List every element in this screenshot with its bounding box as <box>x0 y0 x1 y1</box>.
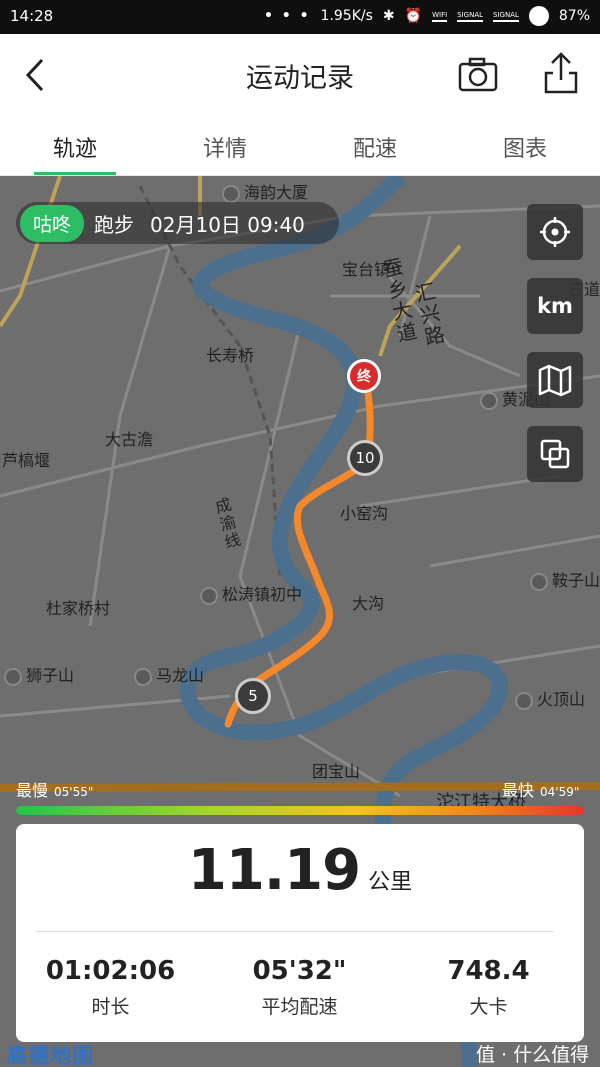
map-label: 海韵大厦 <box>222 179 308 203</box>
map-label: 长寿桥 <box>206 346 255 365</box>
distance-display: 11.19 公里 <box>16 838 584 903</box>
share-button[interactable] <box>538 48 584 98</box>
map-label: 芦槁堰 <box>2 451 51 470</box>
tab-charts[interactable]: 图表 <box>450 114 600 175</box>
status-bar: 14:28 • • • 1.95K/s ✱ ⏰ WIFI SIGNAL SIGN… <box>0 0 600 34</box>
status-time: 14:28 <box>10 7 54 25</box>
status-icons: • • • 1.95K/s ✱ ⏰ WIFI SIGNAL SIGNAL 87% <box>264 6 590 26</box>
divider <box>36 931 554 932</box>
stat-avg-pace: 05'32" 平均配速 <box>205 956 394 1019</box>
activity-type: 跑步 <box>94 212 135 237</box>
km-marker[interactable]: 5 <box>235 678 271 714</box>
map-layers-button[interactable] <box>527 352 583 408</box>
alarm-icon: ⏰ <box>404 8 423 24</box>
share-icon <box>544 52 578 94</box>
notification-dots: • • • <box>263 8 311 24</box>
km-marker[interactable]: 10 <box>347 440 383 476</box>
overlap-icon <box>540 439 570 469</box>
wifi-icon: WIFI <box>432 11 448 22</box>
stat-calories: 748.4 大卡 <box>394 956 583 1019</box>
overlay-button[interactable] <box>527 426 583 482</box>
map-label: 马龙山 <box>134 662 204 686</box>
pace-slowest: 最慢 05'55" <box>16 781 94 800</box>
railway-line <box>138 185 282 577</box>
tab-details[interactable]: 详情 <box>150 114 300 175</box>
stat-label: 大卡 <box>469 996 508 1018</box>
map-icon <box>538 364 572 397</box>
signal-icon: SIGNAL <box>457 11 484 22</box>
watermark: 值 · 什么值得买 <box>476 1044 590 1066</box>
amap-logo: 高德地图 <box>6 1044 94 1067</box>
crosshair-icon <box>540 217 570 247</box>
page-title: 运动记录 <box>246 63 354 94</box>
back-button[interactable] <box>14 52 60 98</box>
map-label: 小窑沟 <box>340 504 389 523</box>
battery-icon <box>528 6 549 26</box>
stat-value: 748.4 <box>447 956 530 986</box>
tab-track[interactable]: 轨迹 <box>0 114 150 175</box>
stat-value: 05'32" <box>252 956 347 986</box>
unit-toggle-button[interactable]: km <box>527 278 583 334</box>
tab-pace[interactable]: 配速 <box>300 114 450 175</box>
battery-percent: 87% <box>558 8 590 24</box>
pace-gradient-bar <box>16 806 584 815</box>
map-label: 团宝山 <box>312 762 361 781</box>
network-speed: 1.95K/s <box>320 8 373 24</box>
map-label: 大古澹 <box>105 430 154 449</box>
map-label: 松涛镇初中 <box>200 581 302 605</box>
stat-duration: 01:02:06 时长 <box>16 956 205 1019</box>
tab-bar: 轨迹 详情 配速 图表 <box>0 114 600 176</box>
route-end-marker[interactable]: 终 <box>347 359 381 393</box>
brand-label: 咕咚 <box>20 204 85 242</box>
camera-button[interactable] <box>455 52 501 98</box>
bluetooth-icon: ✱ <box>382 8 395 24</box>
distance-unit: 公里 <box>368 870 413 895</box>
app-header: 运动记录 <box>0 34 600 114</box>
stat-value: 01:02:06 <box>45 956 176 986</box>
chevron-left-icon <box>25 58 44 92</box>
stat-label: 时长 <box>91 996 130 1018</box>
summary-card: 11.19 公里 01:02:06 时长 05'32" 平均配速 748.4 大卡 <box>16 824 584 1042</box>
run-route <box>224 372 374 728</box>
map-label: 大沟 <box>352 594 385 613</box>
map-label: 鞍子山 <box>530 567 600 591</box>
activity-date: 02月10日 09:40 <box>150 212 305 237</box>
map-label: 狮子山 <box>4 662 74 686</box>
distance-value: 11.19 <box>187 838 361 903</box>
activity-badge: 咕咚 跑步 02月10日 09:40 <box>16 202 339 244</box>
camera-icon <box>458 57 498 92</box>
stat-label: 平均配速 <box>261 996 338 1018</box>
map-label: 火顶山 <box>515 686 585 710</box>
map-label: 杜家桥村 <box>46 599 111 618</box>
locate-button[interactable] <box>527 204 583 260</box>
pace-fastest: 最快 04'59" <box>502 781 580 800</box>
signal-icon: SIGNAL <box>493 11 519 22</box>
